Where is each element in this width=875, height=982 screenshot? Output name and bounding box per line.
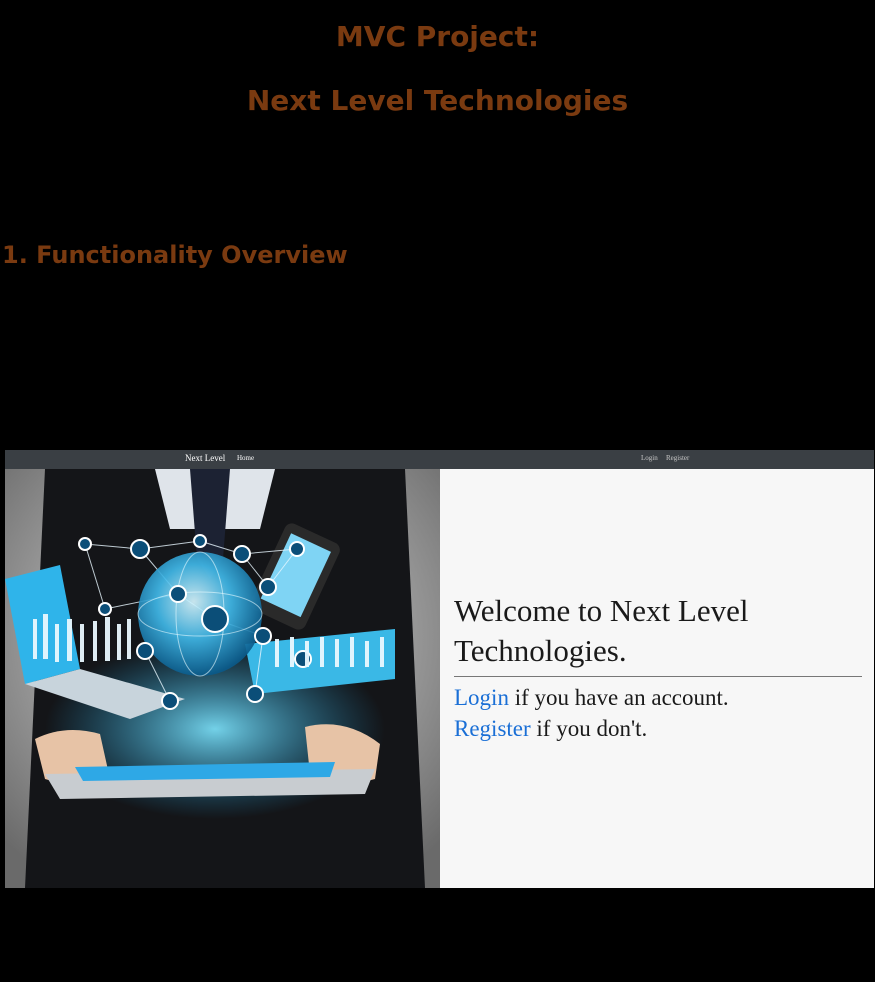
welcome-heading: Welcome to Next Level Technologies.	[454, 593, 749, 668]
nav-login-link[interactable]: Login	[641, 454, 658, 462]
document-title: MVC Project:	[335, 20, 540, 53]
login-prompt: Login if you have an account.	[454, 685, 729, 711]
nav-home-link[interactable]: Home	[237, 454, 254, 462]
document-subtitle: Next Level Technologies	[246, 84, 629, 117]
app-screenshot: Next Level Home Login Register Welcome t…	[5, 450, 874, 888]
navbar: Next Level Home Login Register	[5, 450, 874, 469]
navbar-brand[interactable]: Next Level	[185, 453, 225, 463]
login-link[interactable]: Login	[454, 685, 509, 710]
nav-register-link[interactable]: Register	[666, 454, 689, 462]
divider	[454, 676, 862, 677]
section-heading: 1. Functionality Overview	[2, 241, 348, 269]
welcome-panel: Welcome to Next Level Technologies. Logi…	[440, 469, 874, 888]
hero-image	[5, 469, 440, 888]
register-prompt-text: if you don't.	[530, 716, 648, 741]
login-prompt-text: if you have an account.	[508, 685, 729, 710]
register-link[interactable]: Register	[454, 716, 531, 741]
register-prompt: Register if you don't.	[454, 716, 647, 742]
